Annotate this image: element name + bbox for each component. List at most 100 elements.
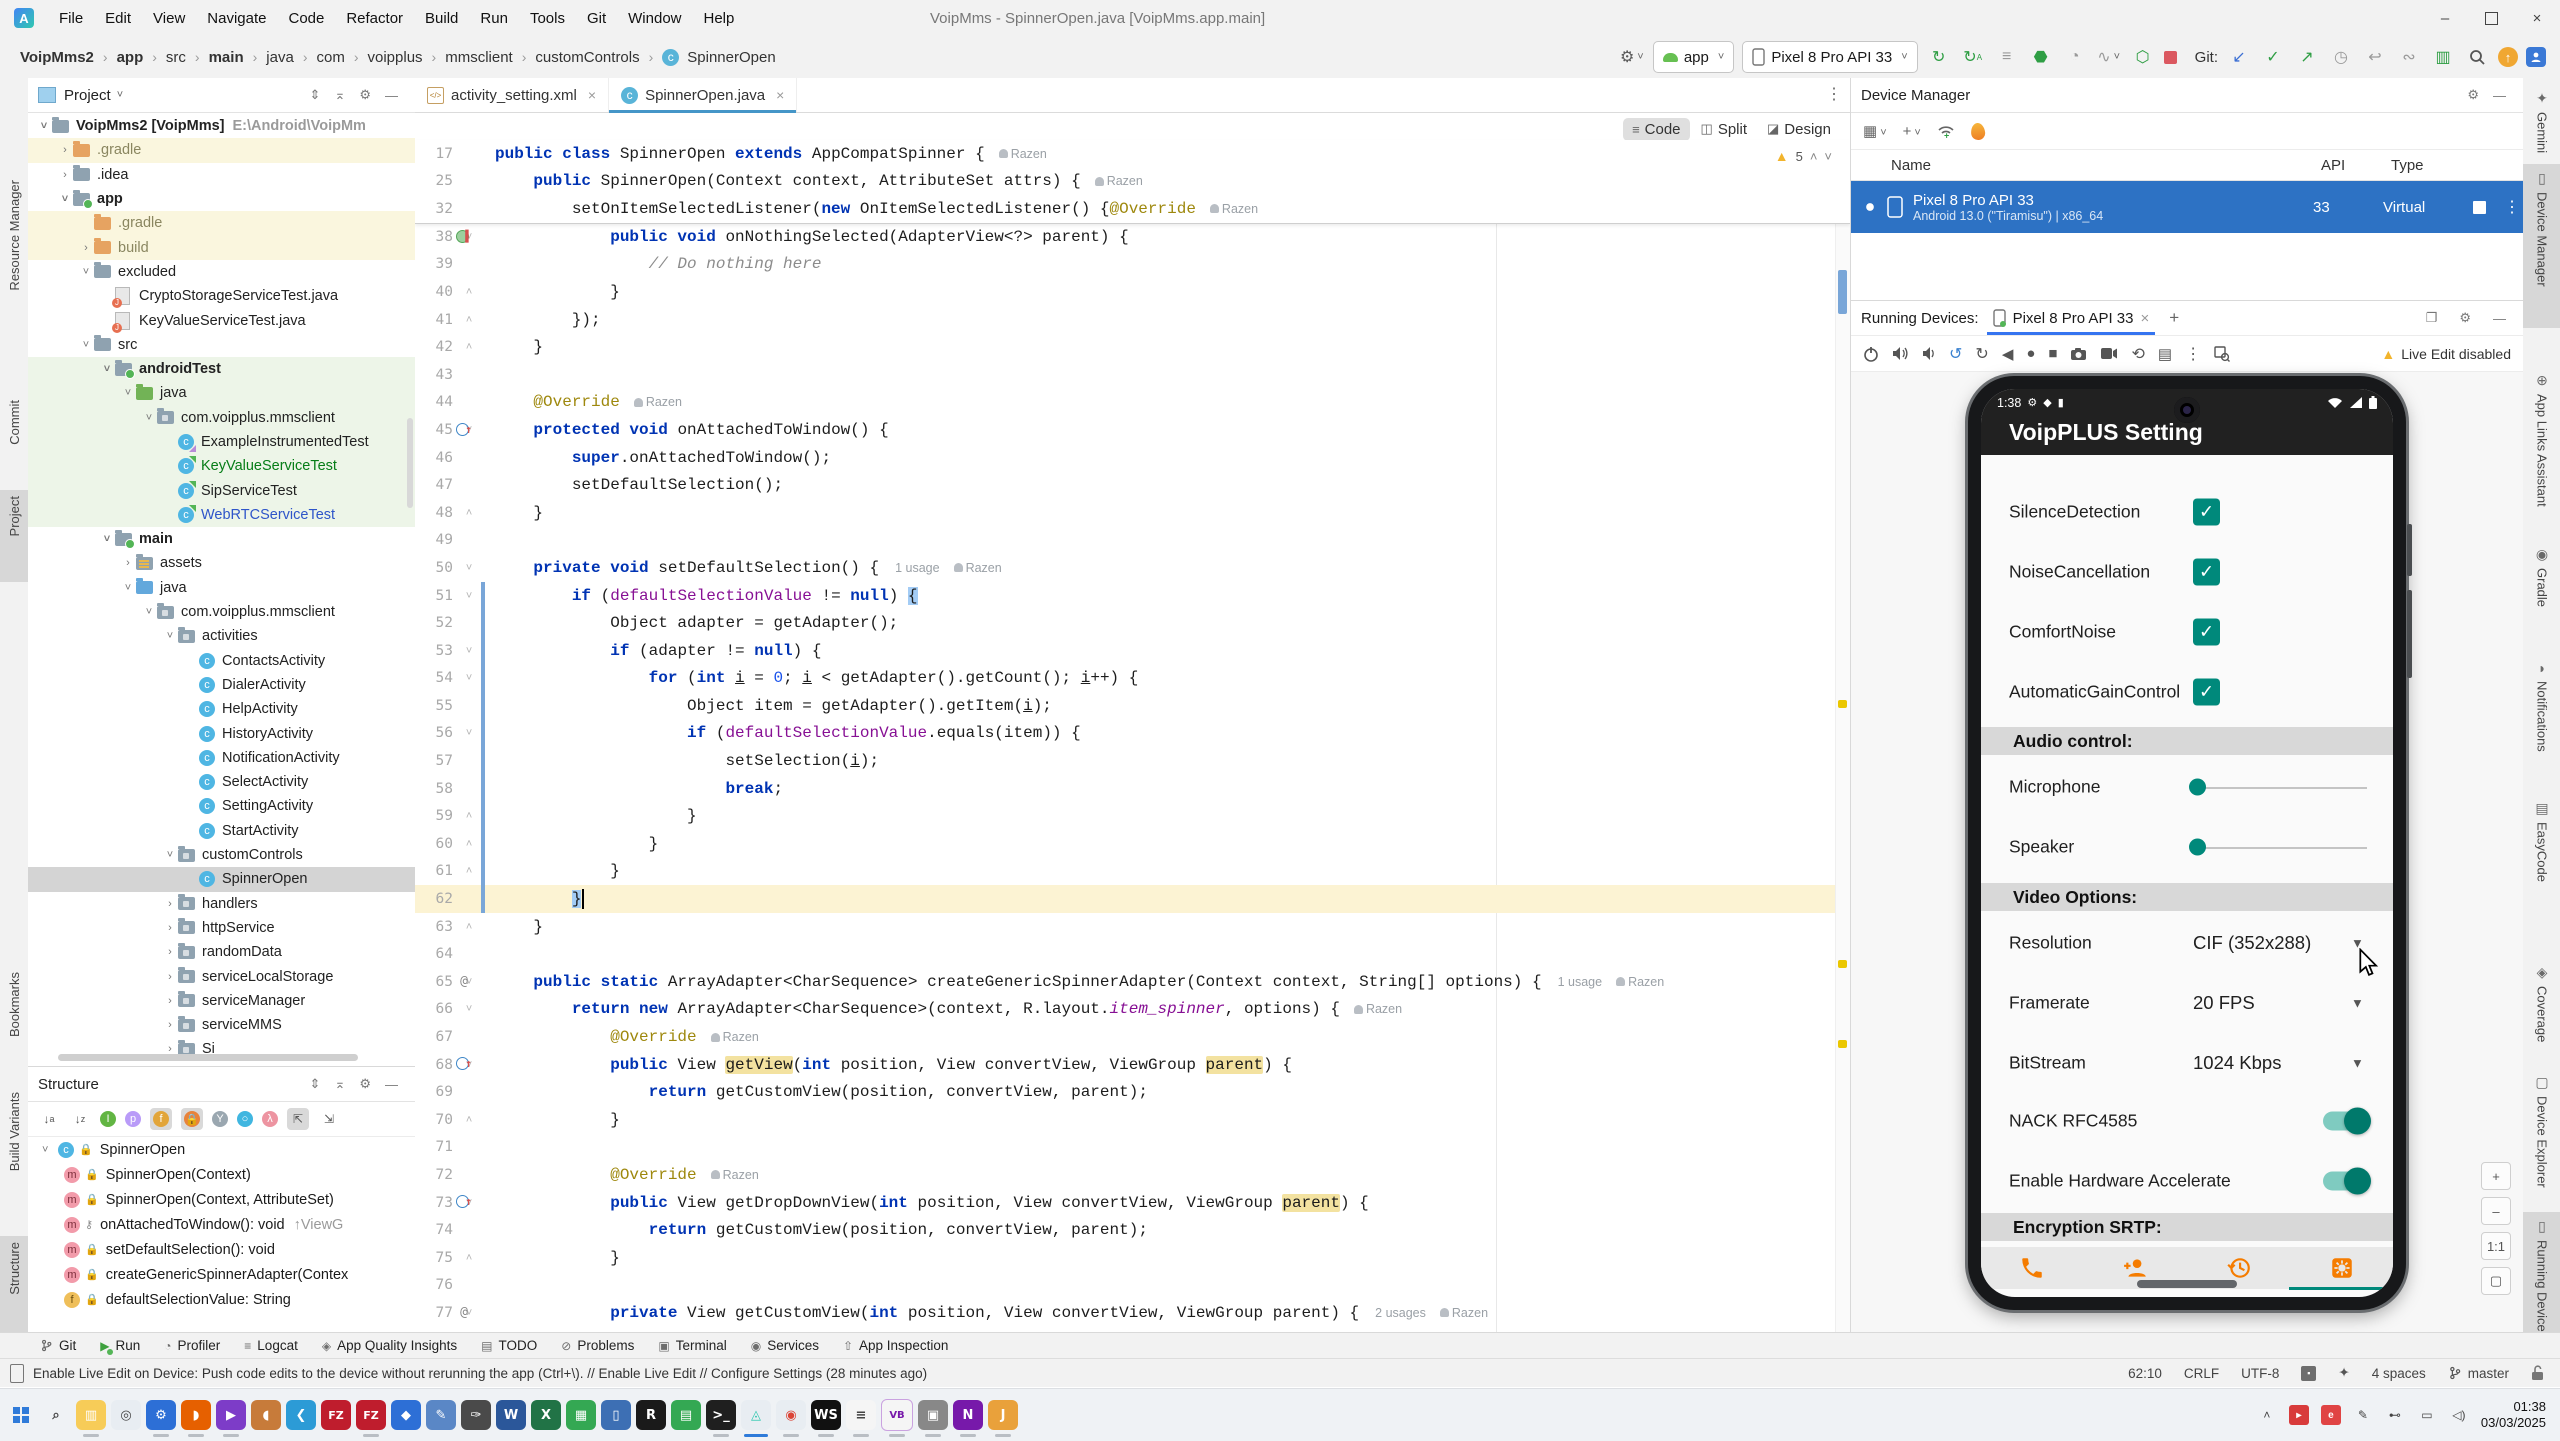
editor-scrollbar[interactable]: [1835, 140, 1850, 1332]
menu-build[interactable]: Build: [414, 0, 469, 36]
line-number[interactable]: 62: [415, 891, 453, 907]
tree-item-httpservice[interactable]: ›httpService: [28, 916, 415, 940]
author-inlay[interactable]: Razen: [1354, 1002, 1402, 1016]
close-button[interactable]: ×: [2514, 0, 2560, 36]
tree-item-com-voipplus-mmsclient[interactable]: ˅com.voipplus.mmsclient: [28, 600, 415, 624]
tree-chevron-icon[interactable]: ›: [162, 1019, 178, 1031]
annotation-gutter-icon[interactable]: @: [455, 1303, 473, 1321]
tray-display-icon[interactable]: ▭: [2417, 1405, 2437, 1425]
line-number[interactable]: 41: [415, 312, 453, 328]
structure-item-member[interactable]: m🔒setDefaultSelection(): void: [28, 1237, 415, 1262]
line-number[interactable]: 44: [415, 394, 453, 410]
tree-item-voipmms2-voipmms-[interactable]: ˅VoipMms2 [VoipMms]E:\Android\VoipMm: [28, 114, 415, 138]
code-line-72[interactable]: 72 @OverrideRazen: [415, 1161, 1850, 1189]
device-select[interactable]: Pixel 8 Pro API 33 ˅: [1742, 41, 1917, 73]
tree-chevron-icon[interactable]: ˅: [141, 412, 157, 424]
line-ending[interactable]: CRLF: [2184, 1366, 2219, 1381]
code-line-38[interactable]: 38˅▌ public void onNothingSelected(Adapt…: [415, 223, 1850, 251]
vertical-scrollbar[interactable]: [407, 418, 413, 508]
stripe-item-running-devices[interactable]: ▯Running Devices: [2523, 1212, 2560, 1352]
code-line-49[interactable]: 49: [415, 527, 1850, 555]
git-update-button[interactable]: ↙: [2226, 44, 2252, 70]
run-button[interactable]: ↻: [1926, 44, 1952, 70]
taskbar-icon-sheets[interactable]: ▦: [566, 1400, 596, 1430]
show-lambdas-icon[interactable]: λ: [262, 1111, 278, 1127]
toggle-on[interactable]: [2323, 1172, 2369, 1191]
attach-debugger-icon[interactable]: ⬡: [2130, 44, 2156, 70]
code-line-67[interactable]: 67 @OverrideRazen: [415, 1023, 1850, 1051]
code-line-25[interactable]: 25 public SpinnerOpen(Context context, A…: [415, 168, 1850, 196]
line-number[interactable]: 39: [415, 256, 453, 272]
editor-tab-activity_setting-xml[interactable]: </>activity_setting.xml×: [415, 78, 609, 112]
code-line-52[interactable]: 52 Object adapter = getAdapter();: [415, 609, 1850, 637]
nav-settings-icon[interactable]: [2329, 1255, 2355, 1281]
dropdown-value[interactable]: CIF (352x288): [2193, 932, 2311, 954]
column-api[interactable]: API: [2321, 157, 2391, 174]
usage-inlay[interactable]: 2 usages: [1375, 1306, 1426, 1320]
tree-chevron-icon[interactable]: ›: [162, 971, 178, 983]
zoom-reset-button[interactable]: 1:1: [2481, 1232, 2511, 1260]
group-methods-icon[interactable]: Y: [212, 1111, 228, 1127]
taskbar-icon-settings[interactable]: ⚙: [146, 1400, 176, 1430]
taskbar-icon-word[interactable]: W: [496, 1400, 526, 1430]
tree-item-excluded[interactable]: ˅excluded: [28, 260, 415, 284]
inspection-widget[interactable]: ▲ 5 ˄ ˅: [1775, 148, 1832, 164]
tree-item-si[interactable]: ›Si: [28, 1037, 415, 1054]
breadcrumb-item[interactable]: voipplus: [366, 49, 425, 66]
line-number[interactable]: 60: [415, 836, 453, 852]
code-line-66[interactable]: 66˅ return new ArrayAdapter<CharSequence…: [415, 996, 1850, 1024]
power-icon[interactable]: [1863, 346, 1879, 362]
tree-chevron-icon[interactable]: ˅: [162, 849, 178, 861]
tree-item-java[interactable]: ˅java: [28, 576, 415, 600]
tree-item-main[interactable]: ˅main: [28, 527, 415, 551]
gear-icon[interactable]: ⚙: [2460, 87, 2486, 103]
tree-chevron-icon[interactable]: ›: [78, 242, 94, 254]
stripe-item-device-manager[interactable]: ▯Device Manager: [2523, 164, 2560, 328]
toolwindow-problems[interactable]: ⊘Problems: [551, 1333, 644, 1358]
fold-icon[interactable]: ˄: [459, 864, 479, 878]
line-number[interactable]: 32: [415, 201, 453, 217]
tree-chevron-icon[interactable]: ˅: [42, 1144, 58, 1156]
close-icon[interactable]: ×: [776, 87, 784, 103]
tree-item-dialeractivity[interactable]: cDialerActivity: [28, 673, 415, 697]
horizontal-scrollbar[interactable]: [58, 1054, 358, 1061]
code-line-54[interactable]: 54˅ for (int i = 0; i < getAdapter().get…: [415, 665, 1850, 693]
structure-item-member[interactable]: m⚷onAttachedToWindow(): void↑ViewG: [28, 1212, 415, 1237]
taskbar-icon-files-green[interactable]: ▤: [671, 1400, 701, 1430]
taskbar-icon-onenote[interactable]: N: [953, 1400, 983, 1430]
line-number[interactable]: 52: [415, 615, 453, 631]
taskbar-icon-jprofiler[interactable]: J: [988, 1400, 1018, 1430]
column-name[interactable]: Name: [1891, 157, 2321, 174]
line-number[interactable]: 40: [415, 284, 453, 300]
code-line-64[interactable]: 64: [415, 940, 1850, 968]
checkbox-checked[interactable]: ✓: [2193, 679, 2220, 706]
code-line-43[interactable]: 43: [415, 361, 1850, 389]
update-notification-icon[interactable]: ↑: [2498, 47, 2518, 67]
close-icon[interactable]: ×: [2140, 310, 2149, 327]
code-line-44[interactable]: 44 @OverrideRazen: [415, 389, 1850, 417]
prev-problem-icon[interactable]: ˄: [1810, 149, 1818, 164]
search-everywhere-icon[interactable]: [2464, 44, 2490, 70]
stripe-item-structure[interactable]: Structure: [0, 1236, 28, 1332]
code-line-39[interactable]: 39 // Do nothing here: [415, 251, 1850, 279]
misc-tool-icon[interactable]: ∾: [2396, 44, 2422, 70]
taskbar-icon-webstorm[interactable]: WS: [811, 1400, 841, 1430]
line-number[interactable]: 61: [415, 863, 453, 879]
apply-changes-button[interactable]: ↻A: [1960, 44, 1986, 70]
line-number[interactable]: 75: [415, 1250, 453, 1266]
tree-item-com-voipplus-mmsclient[interactable]: ˅com.voipplus.mmsclient: [28, 406, 415, 430]
fold-icon[interactable]: ˄: [459, 506, 479, 520]
overrides-gutter-icon[interactable]: ↑: [455, 420, 473, 438]
tree-chevron-icon[interactable]: ›: [57, 144, 73, 156]
checkbox-checked[interactable]: ✓: [2193, 499, 2220, 526]
line-number[interactable]: 45: [415, 422, 453, 438]
code-line-61[interactable]: 61˄ }: [415, 858, 1850, 886]
usage-inlay[interactable]: 1 usage: [1558, 975, 1602, 989]
tree-item-handlers[interactable]: ›handlers: [28, 892, 415, 916]
gear-icon[interactable]: ⚙: [352, 87, 378, 103]
git-push-button[interactable]: ↗: [2294, 44, 2320, 70]
taskbar-icon-media-player[interactable]: ▶: [216, 1400, 246, 1430]
taskbar-icon-search[interactable]: ⌕: [41, 1400, 71, 1430]
tab-options-icon[interactable]: ⋮: [1826, 84, 1842, 104]
fold-icon[interactable]: ˅: [459, 561, 479, 575]
